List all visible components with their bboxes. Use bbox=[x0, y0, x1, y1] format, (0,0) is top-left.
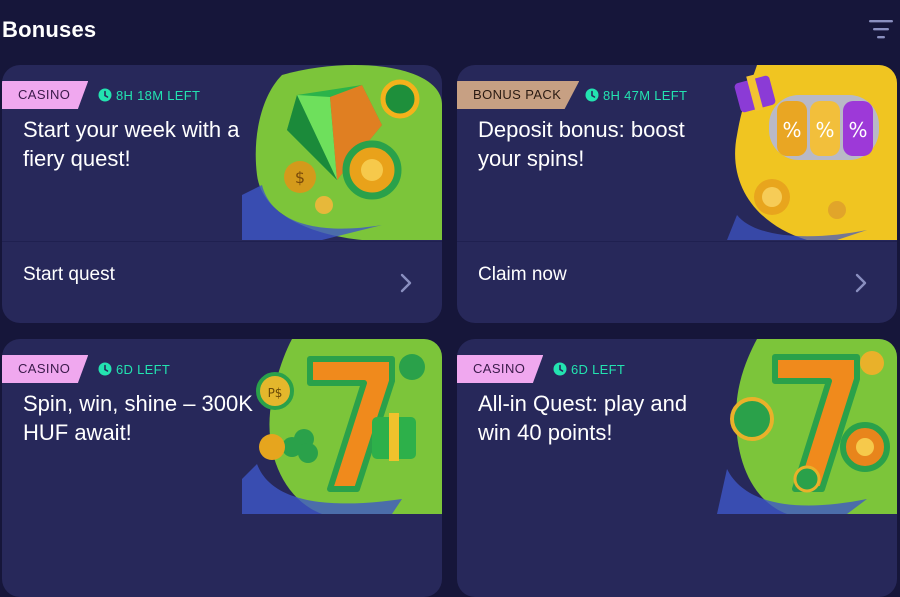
bonus-card-header: CASINO 6D LEFT All-in Quest: play and wi… bbox=[457, 339, 897, 514]
header: Bonuses bbox=[0, 0, 900, 62]
timer-text: 8H 18M LEFT bbox=[116, 87, 201, 103]
svg-text:%: % bbox=[815, 118, 834, 142]
svg-text:P$: P$ bbox=[268, 386, 283, 400]
timer: 8H 47M LEFT bbox=[585, 87, 687, 103]
bonus-card-header: % % % BONUS PACK 8H 47M LEFT Deposit bon… bbox=[457, 65, 897, 240]
gem-and-coins-art: $ bbox=[242, 65, 442, 240]
start-quest-button[interactable]: Start quest bbox=[23, 264, 115, 286]
bonus-card-spin-win[interactable]: P$ CASINO 6D LEFT Spin, win, shine – 300… bbox=[2, 339, 442, 597]
slot-reels-gift-art: % % % bbox=[697, 65, 897, 240]
bonus-card-claim[interactable]: % % % BONUS PACK 8H 47M LEFT Deposit bon… bbox=[457, 65, 897, 323]
clock-icon bbox=[98, 88, 112, 102]
category-tag: CASINO bbox=[2, 81, 89, 109]
svg-text:%: % bbox=[848, 118, 867, 142]
timer-text: 8H 47M LEFT bbox=[603, 87, 688, 103]
clock-icon bbox=[98, 362, 112, 376]
category-tag: BONUS PACK bbox=[457, 81, 580, 109]
timer: 6D LEFT bbox=[98, 361, 170, 377]
svg-text:$: $ bbox=[295, 168, 305, 187]
timer: 6D LEFT bbox=[553, 361, 625, 377]
card-title: Spin, win, shine – 300K HUF await! bbox=[23, 391, 253, 445]
bonus-card-header: P$ CASINO 6D LEFT Spin, win, shine – 300… bbox=[2, 339, 442, 514]
timer-text: 6D LEFT bbox=[571, 361, 626, 377]
card-title: Deposit bonus: boost your spins! bbox=[478, 117, 685, 171]
card-action[interactable]: Claim now bbox=[457, 241, 897, 323]
timer-text: 6D LEFT bbox=[116, 361, 171, 377]
clock-icon bbox=[585, 88, 599, 102]
bonus-card-header: $ CASINO 8H 18M LEFT Start your week wit… bbox=[2, 65, 442, 240]
category-tag: CASINO bbox=[2, 355, 89, 383]
card-title: All-in Quest: play and win 40 points! bbox=[478, 391, 688, 445]
filter-icon[interactable] bbox=[866, 17, 896, 43]
bonus-card-start-quest[interactable]: $ CASINO 8H 18M LEFT Start your week wit… bbox=[2, 65, 442, 323]
chevron-right-icon[interactable] bbox=[398, 272, 414, 294]
svg-text:%: % bbox=[782, 118, 801, 142]
category-tag: CASINO bbox=[457, 355, 544, 383]
chevron-right-icon[interactable] bbox=[853, 272, 869, 294]
lucky-seven-chips-art bbox=[697, 339, 897, 514]
bonus-card-all-in-quest[interactable]: CASINO 6D LEFT All-in Quest: play and wi… bbox=[457, 339, 897, 597]
timer: 8H 18M LEFT bbox=[98, 87, 200, 103]
card-title: Start your week with a fiery quest! bbox=[23, 117, 240, 171]
claim-now-button[interactable]: Claim now bbox=[478, 264, 567, 286]
lucky-seven-gift-art: P$ bbox=[242, 339, 442, 514]
page-title: Bonuses bbox=[2, 17, 97, 42]
card-action[interactable]: Start quest bbox=[2, 241, 442, 323]
clock-icon bbox=[553, 362, 567, 376]
